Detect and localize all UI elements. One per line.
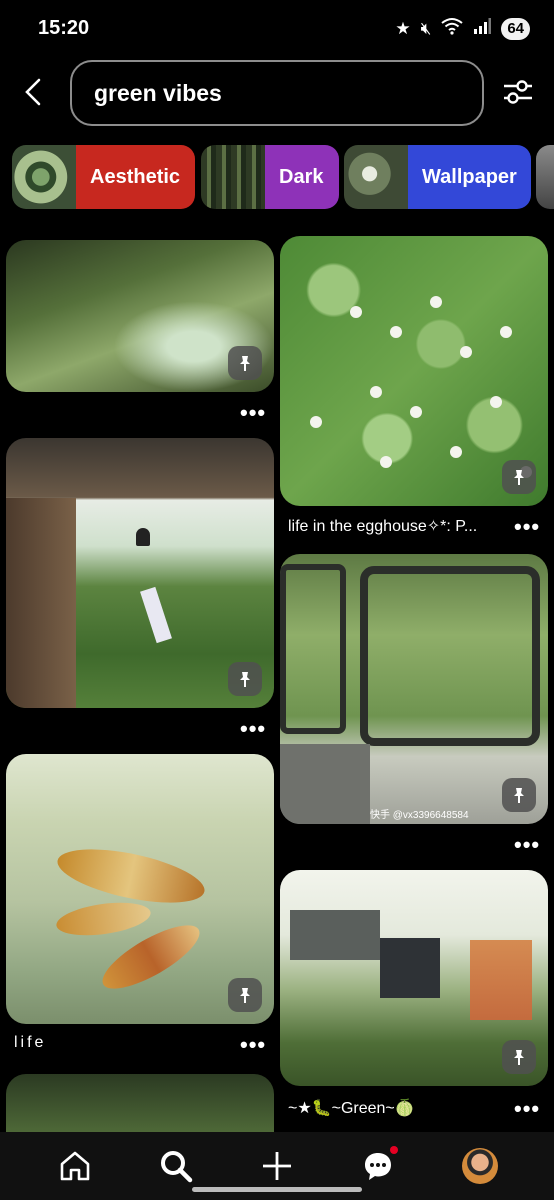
chip-thumbnail <box>344 145 408 209</box>
chip-label: Dark <box>265 145 339 209</box>
pin-save-badge[interactable] <box>502 1040 536 1074</box>
pin-save-badge[interactable] <box>502 778 536 812</box>
profile-avatar <box>462 1148 498 1184</box>
status-bar: 15:20 ★ 🔇︎ 64 <box>0 0 554 50</box>
status-icons: ★ 🔇︎ 64 <box>395 17 530 41</box>
chip-dark[interactable]: Dark <box>201 145 339 209</box>
status-time: 15:20 <box>38 17 90 39</box>
pin-clover-flowers[interactable] <box>280 236 548 506</box>
pin-feed: ••• ••• life ••• life in the egghouse✧*:… <box>0 222 554 1132</box>
messages-icon <box>365 1153 391 1180</box>
chip-thumbnail <box>12 145 76 209</box>
chip-label: Wallpaper <box>408 145 531 209</box>
pin-more-options[interactable]: ••• <box>240 1032 266 1058</box>
pin-caption: ~★🐛~Green~🍈 <box>288 1100 415 1117</box>
pin-more-options[interactable]: ••• <box>240 400 266 426</box>
train-seat <box>280 744 370 824</box>
nav-home[interactable] <box>55 1146 95 1186</box>
pin-more-options[interactable]: ••• <box>514 514 540 540</box>
nav-search[interactable] <box>156 1146 196 1186</box>
create-icon <box>263 1152 291 1180</box>
search-icon <box>161 1151 193 1183</box>
bottom-nav <box>0 1132 554 1200</box>
battery-indicator: 64 <box>501 18 530 40</box>
pin-more-options[interactable]: ••• <box>514 1096 540 1122</box>
pin-laundry-balcony[interactable] <box>280 870 548 1086</box>
pin-save-badge[interactable] <box>228 662 262 696</box>
chip-more[interactable] <box>536 145 554 209</box>
notification-dot <box>390 1146 398 1154</box>
hanging-cloth-1 <box>290 910 380 960</box>
wind-chime-bell <box>136 528 150 546</box>
watermark-text: 快手 @vx3396648584 <box>370 810 469 821</box>
filter-button[interactable] <box>496 70 540 114</box>
category-chips: Aesthetic Dark Wallpaper <box>0 145 554 211</box>
pin-train-window[interactable]: 快手 @vx3396648584 <box>280 554 548 824</box>
pin-koi-fish[interactable] <box>6 754 274 1024</box>
home-icon <box>60 1151 90 1181</box>
pin-icon <box>240 672 250 687</box>
pin-icon <box>240 356 250 371</box>
search-input[interactable]: green vibes <box>70 60 484 126</box>
chevron-left-icon <box>25 78 41 106</box>
pin-icon <box>240 988 250 1003</box>
koi-fish-1 <box>53 838 209 914</box>
white-flowers <box>350 306 362 318</box>
chip-aesthetic[interactable]: Aesthetic <box>12 145 195 209</box>
signal-icon <box>473 18 492 40</box>
pin-icon <box>514 788 524 803</box>
wind-chime-paper <box>140 586 172 644</box>
filter-icon <box>504 80 532 104</box>
hanging-cloth-3 <box>470 940 532 1020</box>
train-window-frame <box>360 566 540 746</box>
pin-more-options[interactable]: ••• <box>240 716 266 742</box>
search-header: green vibes <box>0 50 554 140</box>
porch-pillar <box>6 498 76 708</box>
back-button[interactable] <box>16 70 50 114</box>
train-side-window <box>280 564 346 734</box>
star-icon: ★ <box>395 19 411 38</box>
wifi-icon <box>441 17 463 41</box>
pin-save-badge[interactable] <box>228 978 262 1012</box>
pin-trees-partial[interactable] <box>6 1074 274 1132</box>
pin-wind-chime-porch[interactable] <box>6 438 274 708</box>
pin-caption: life <box>14 1034 47 1051</box>
pin-caption: life in the egghouse✧*: P... <box>288 518 478 535</box>
pin-more-options[interactable]: ••• <box>514 832 540 858</box>
chip-label: Aesthetic <box>76 145 195 209</box>
search-query: green vibes <box>94 80 222 106</box>
chip-thumbnail <box>201 145 265 209</box>
chip-thumbnail <box>536 145 554 209</box>
pin-save-badge[interactable] <box>228 346 262 380</box>
nav-create[interactable] <box>257 1146 297 1186</box>
gesture-bar <box>192 1187 362 1192</box>
pin-icon <box>514 1050 524 1065</box>
pin-save-badge[interactable] <box>502 460 536 494</box>
pin-icon <box>514 470 524 485</box>
pin-tree-canopy[interactable] <box>6 240 274 392</box>
mute-icon: 🔇︎ <box>420 19 432 38</box>
nav-messages[interactable] <box>358 1146 398 1186</box>
nav-profile[interactable] <box>460 1146 500 1186</box>
hanging-cloth-2 <box>380 938 440 998</box>
chip-wallpaper[interactable]: Wallpaper <box>344 145 531 209</box>
koi-fish-2 <box>54 897 153 941</box>
